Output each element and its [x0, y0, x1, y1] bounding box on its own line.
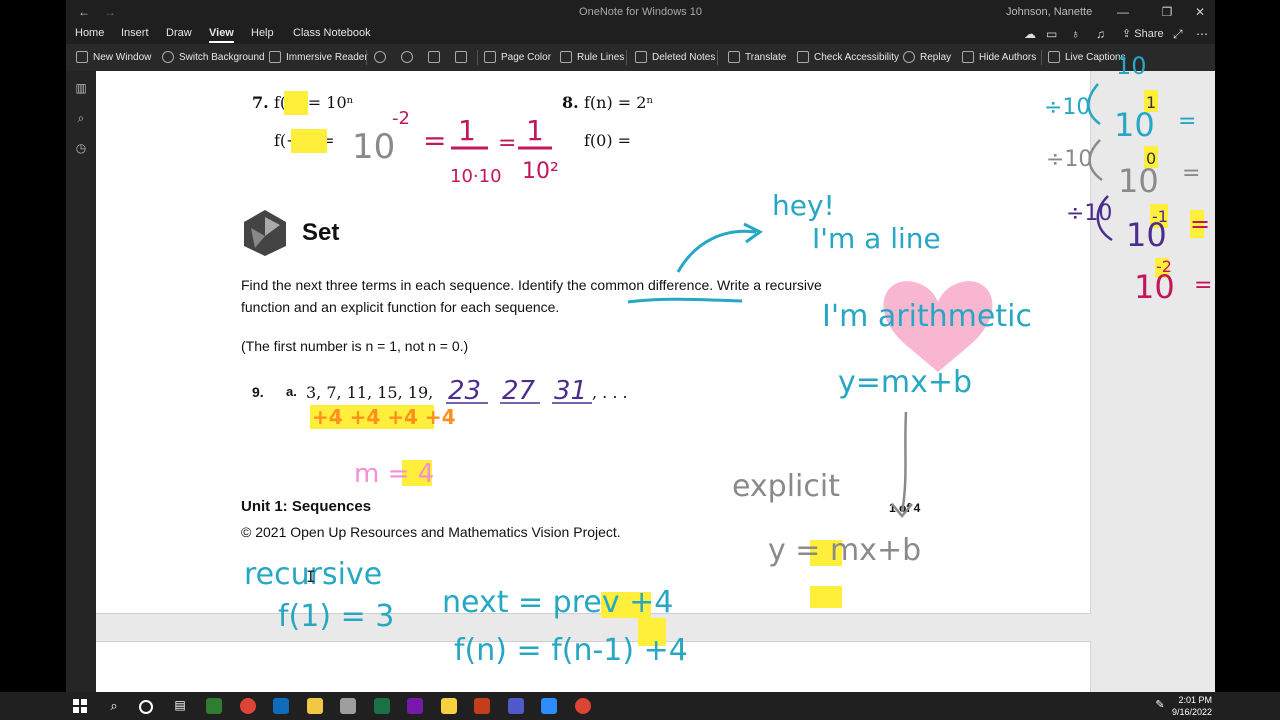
highlight-neg2 — [291, 129, 327, 153]
ink-equals-1: = — [423, 124, 446, 157]
ink-ten: 10 — [352, 127, 395, 167]
file-explorer-icon[interactable] — [307, 698, 323, 714]
outlook-icon[interactable] — [273, 698, 289, 714]
ink-side-exp-1: 1 — [1146, 93, 1156, 112]
ink-arrow-down — [900, 411, 908, 513]
sticky-notes-icon[interactable] — [441, 698, 457, 714]
powerpoint-icon[interactable] — [474, 698, 490, 714]
task-view-icon[interactable]: ▤ — [172, 698, 188, 714]
text-cursor-icon: I — [306, 567, 316, 586]
start-icon[interactable] — [72, 698, 88, 714]
search-icon[interactable]: ⌕ — [106, 698, 122, 714]
excel-icon[interactable] — [374, 698, 390, 714]
ink-numerator-1: 1 — [458, 114, 476, 147]
ink-ten-squared: 10² — [522, 159, 559, 184]
ink-underline-common-difference — [627, 297, 743, 304]
ink-im-a-line: I'm a line — [812, 222, 941, 255]
ink-side-eq-1: = — [1178, 109, 1196, 134]
ink-m-equals-4: m = 4 — [354, 459, 434, 489]
ink-divide-10-c: ÷10 — [1066, 201, 1112, 226]
ink-y-mx-b: y=mx+b — [838, 365, 972, 400]
highlight-blank — [810, 586, 842, 608]
ink-answer-27: 27 — [502, 376, 536, 406]
clock-date: 9/16/2022 — [1172, 707, 1213, 717]
ink-divide-10-b: ÷10 — [1046, 147, 1092, 172]
ink-answer-23: 23 — [448, 376, 481, 406]
zoom-icon[interactable] — [541, 698, 557, 714]
ink-explicit: explicit — [732, 469, 840, 504]
ink-im-arithmetic: I'm arithmetic — [822, 299, 1032, 334]
ink-hey: hey! — [772, 189, 835, 222]
pen-icon[interactable]: ✎ — [1152, 698, 1168, 714]
onenote-icon[interactable] — [407, 698, 423, 714]
ink-y-mx-b-explicit: y = mx+b — [768, 533, 921, 568]
windows-taskbar: ⌕ ▤ ✎ 2:01 PM 9/16/2022 — [0, 692, 1280, 720]
ink-next-equals-prev: next = prev +4 — [442, 585, 673, 620]
calculator-icon[interactable] — [206, 698, 222, 714]
ink-arrow-to-line — [676, 229, 757, 273]
ink-exponent-neg2: -2 — [392, 108, 410, 129]
ink-side-exp-0: 0 — [1146, 149, 1156, 168]
system-clock[interactable]: 2:01 PM 9/16/2022 — [1172, 694, 1212, 718]
ink-side-eq-m1: = — [1190, 210, 1210, 238]
ink-recursive-formula: f(n) = f(n-1) +4 — [454, 633, 688, 668]
ink-equals-2: = — [498, 131, 516, 156]
ink-plus-fours: +4 +4 +4 +4 — [312, 405, 456, 429]
ink-divide-10-a: ÷10 — [1044, 95, 1090, 120]
ink-side-eq-m2: = — [1194, 273, 1212, 298]
ink-side-ten-top: 10 — [1116, 52, 1147, 80]
onenote-window: ← → OneNote for Windows 10 Johnson, Nane… — [66, 0, 1215, 692]
ink-numerator-2: 1 — [526, 114, 544, 147]
ink-layer[interactable]: 10 -2 = 1 10·10 = 1 10² hey! I'm a line … — [66, 0, 1215, 692]
ink-side-exp-m1: -1 — [1152, 207, 1168, 226]
highlight-n — [284, 91, 308, 115]
snipping-tool-icon[interactable] — [340, 698, 356, 714]
ink-answer-31: 31 — [554, 376, 587, 406]
ink-side-eq-0: = — [1182, 161, 1200, 186]
clock-time: 2:01 PM — [1178, 695, 1212, 705]
cortana-icon[interactable] — [139, 700, 153, 714]
ink-ten-times-ten: 10·10 — [450, 166, 502, 187]
ink-side-exp-m2: -2 — [1156, 257, 1172, 276]
teams-icon[interactable] — [508, 698, 524, 714]
chrome-icon-2[interactable] — [575, 698, 591, 714]
ink-f1-equals-3: f(1) = 3 — [278, 599, 394, 634]
chrome-icon[interactable] — [240, 698, 256, 714]
